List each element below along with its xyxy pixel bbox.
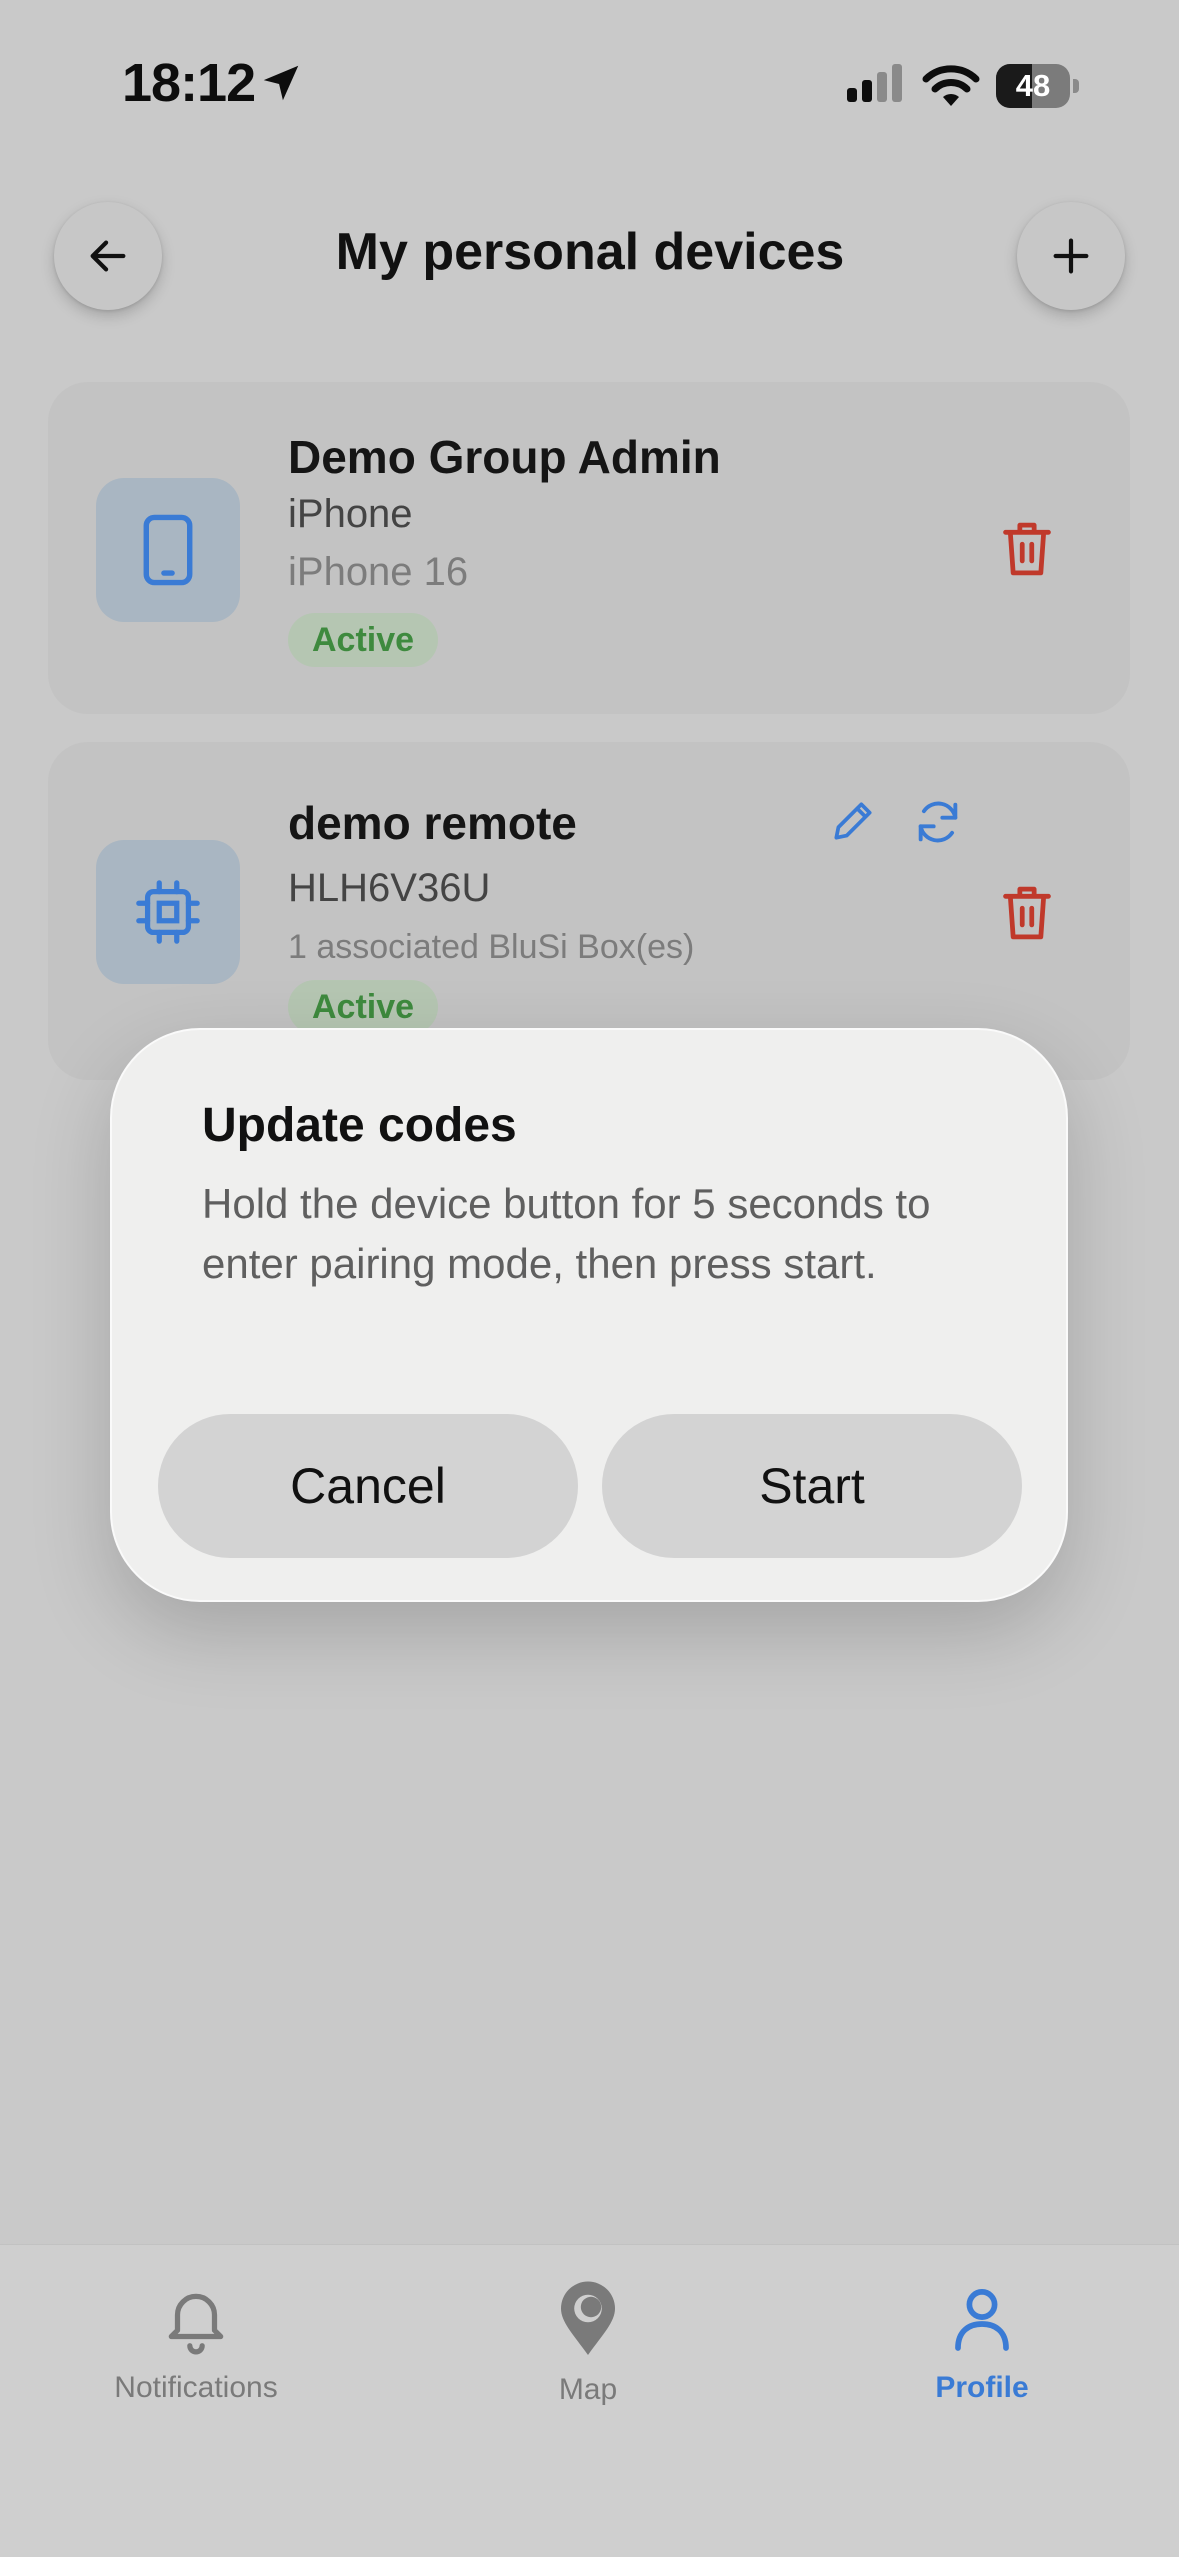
update-codes-dialog: Update codes Hold the device button for … [110, 1028, 1068, 1602]
device-type: HLH6V36U [288, 866, 491, 910]
battery-icon: 48 [996, 64, 1080, 108]
location-arrow-icon [263, 65, 299, 101]
tab-profile[interactable]: Profile [842, 2280, 1122, 2405]
cellular-signal-icon [847, 64, 902, 102]
refresh-icon[interactable] [912, 796, 964, 848]
battery-percent: 48 [1015, 68, 1051, 103]
device-thumbnail [96, 840, 240, 984]
arrow-left-icon [90, 240, 126, 272]
device-name: demo remote [288, 797, 577, 849]
start-button[interactable]: Start [602, 1414, 1022, 1558]
status-badge: Active [288, 980, 439, 1034]
plus-icon [1053, 238, 1089, 274]
add-device-button[interactable] [1017, 202, 1125, 310]
device-name: Demo Group Admin [288, 431, 721, 483]
page-title: My personal devices [335, 223, 845, 281]
device-type: iPhone [288, 492, 413, 536]
tab-map[interactable]: Map [448, 2280, 728, 2407]
person-icon [955, 2289, 1009, 2351]
trash-icon[interactable] [998, 518, 1056, 580]
tab-label: Map [558, 2373, 618, 2406]
trash-icon[interactable] [998, 882, 1056, 944]
device-model: 1 associated BluSi Box(es) [288, 928, 695, 966]
device-thumbnail [96, 478, 240, 622]
status-time: 18:12 [122, 53, 256, 113]
wifi-icon [922, 65, 980, 106]
tab-notifications[interactable]: Notifications [56, 2280, 336, 2405]
dialog-message: Hold the device button for 5 seconds to … [202, 1180, 931, 1287]
bell-icon [168, 2293, 224, 2355]
cancel-button[interactable]: Cancel [158, 1414, 578, 1558]
map-pin-icon [561, 2281, 615, 2355]
device-model: iPhone 16 [288, 550, 469, 594]
pencil-icon[interactable] [828, 796, 878, 846]
device-card-demo-group-admin[interactable]: Demo Group Admin iPhone iPhone 16 Active [48, 382, 1130, 714]
chip-icon [136, 880, 200, 944]
status-badge: Active [288, 613, 439, 667]
dialog-title: Update codes [202, 1099, 517, 1152]
back-button[interactable] [54, 202, 162, 310]
tab-label: Notifications [114, 2371, 278, 2404]
smartphone-icon [143, 514, 193, 586]
tab-label: Profile [935, 2371, 1029, 2404]
